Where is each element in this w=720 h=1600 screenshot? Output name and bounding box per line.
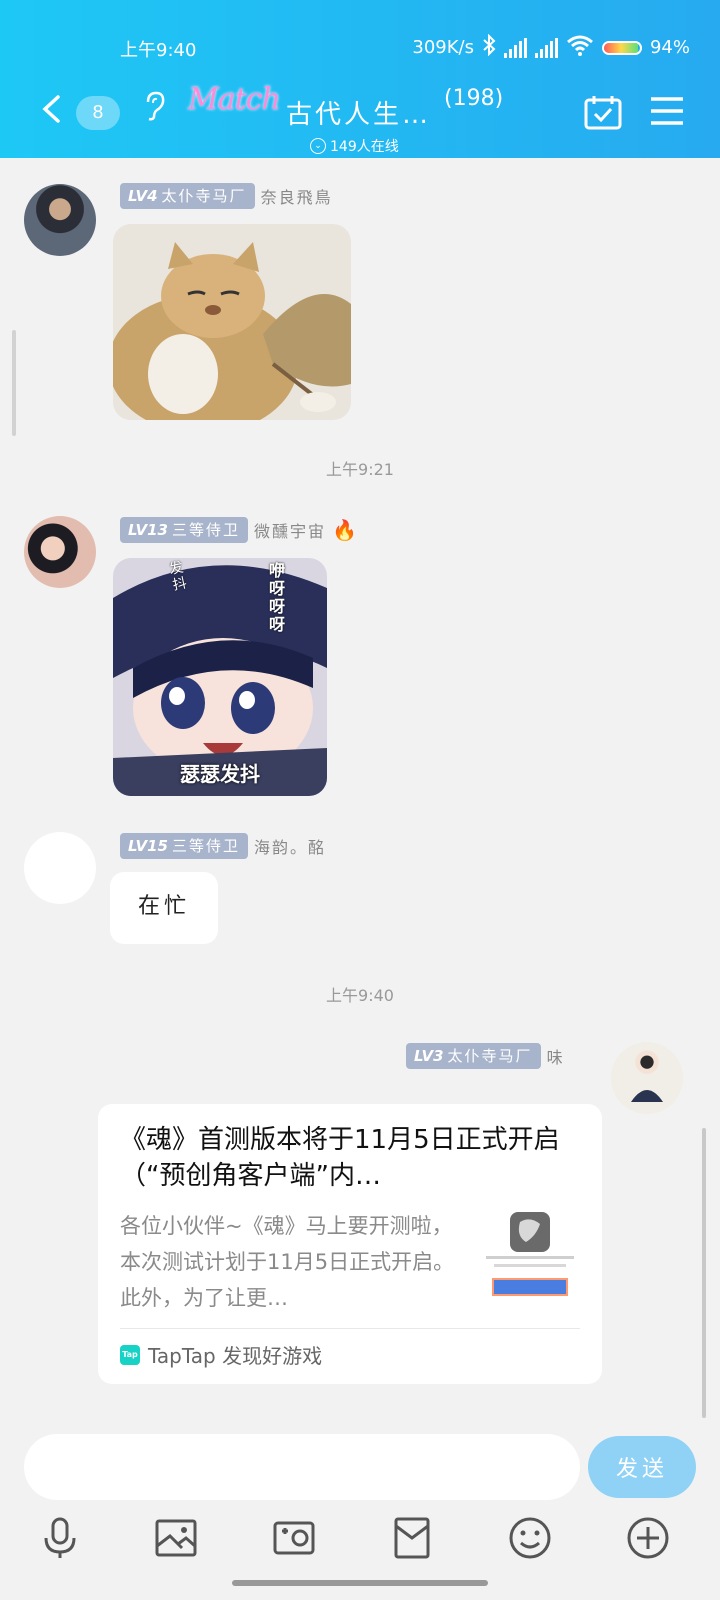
card-description: 各位小伙伴~《魂》马上要开测啦，本次测试计划于11月5日正式开启。此外，为了让更… (120, 1214, 455, 1310)
rank-text: 太仆寺马厂 (161, 187, 247, 205)
chat-header: 上午9:40 309K/s 94% 8 Match 古代人生… (198) ⌄ … (0, 0, 720, 158)
home-indicator[interactable] (232, 1580, 488, 1586)
battery-fill (603, 42, 638, 53)
level-badge: LV15 三等侍卫 (120, 833, 248, 859)
sender-name-line: LV3 太仆寺马厂 味 (406, 1042, 565, 1070)
message-input[interactable] (24, 1434, 580, 1500)
cat-sticker-image[interactable] (113, 224, 351, 420)
taptap-icon: Tap (120, 1344, 140, 1365)
time-separator: 上午9:40 (326, 986, 394, 1005)
signal-icon (503, 37, 527, 58)
emoji-icon[interactable] (508, 1516, 552, 1560)
chat-messages[interactable]: LV4 太仆寺马厂 奈良飛鳥 上午9:21 LV13 三等侍卫 微醺宇宙 🔥 瑟… (0, 158, 720, 1420)
level-text: LV15 (128, 837, 168, 855)
rank-text: 太仆寺马厂 (447, 1047, 533, 1065)
scrollbar[interactable] (702, 1128, 706, 1418)
status-time: 上午9:40 (120, 40, 197, 61)
battery-percent: 94% (649, 37, 690, 58)
avatar[interactable] (24, 184, 96, 256)
image-picker-icon[interactable] (154, 1516, 198, 1560)
rank-text: 三等侍卫 (171, 837, 240, 855)
input-area: 发送 (0, 1420, 720, 1600)
send-button[interactable]: 发送 (588, 1436, 696, 1498)
sender-nickname[interactable]: 海韵。酩 (254, 834, 326, 858)
sender-nickname[interactable]: 味 (547, 1044, 565, 1068)
avatar[interactable] (24, 832, 96, 904)
card-thumbnail (486, 1212, 574, 1302)
back-arrow-icon[interactable] (38, 94, 64, 124)
input-toolbar (0, 1512, 720, 1568)
link-share-card[interactable]: 《魂》首测版本将于11月5日正式开启（“预创角客户端”内… 各位小伙伴~《魂》马… (98, 1104, 602, 1384)
fire-emoji: 🔥 (332, 518, 357, 542)
card-source: Tap TapTap 发现好游戏 (120, 1340, 322, 1369)
calendar-check-icon[interactable] (584, 94, 622, 130)
level-text: LV3 (414, 1047, 444, 1065)
member-count: (198) (444, 86, 504, 111)
sticker-side-text: 咿呀呀呀 (269, 561, 286, 634)
unread-count-badge[interactable]: 8 (76, 96, 120, 130)
title-row: 8 Match 古代人生… (198) ⌄ 149人在线 (0, 80, 720, 155)
wifi-icon (566, 34, 594, 61)
microphone-icon[interactable] (38, 1516, 82, 1560)
sender-name-line: LV13 三等侍卫 微醺宇宙 🔥 (120, 516, 357, 544)
group-title[interactable]: 古代人生… (286, 94, 431, 131)
level-text: LV4 (128, 187, 158, 205)
sticker-caption: 瑟瑟发抖 (180, 762, 260, 786)
avatar[interactable] (611, 1042, 683, 1114)
level-text: LV13 (128, 521, 168, 539)
card-title: 《魂》首测版本将于11月5日正式开启（“预创角客户端”内… (120, 1125, 560, 1191)
status-right: 309K/s 94% (412, 33, 690, 61)
rank-text: 三等侍卫 (171, 521, 240, 539)
level-badge: LV13 三等侍卫 (120, 517, 248, 543)
anime-sticker-image[interactable]: 瑟瑟发抖 发抖 咿呀呀呀 (113, 558, 327, 796)
camera-icon[interactable] (272, 1516, 316, 1560)
avatar[interactable] (24, 516, 96, 588)
chevron-down-icon: ⌄ (310, 138, 326, 154)
red-packet-icon[interactable] (390, 1516, 434, 1560)
sender-name-line: LV4 太仆寺马厂 奈良飛鳥 (120, 182, 333, 210)
plus-icon[interactable] (626, 1516, 670, 1560)
battery-icon (601, 40, 642, 55)
online-text: 149人在线 (330, 139, 399, 155)
time-separator: 上午9:21 (326, 460, 394, 479)
level-badge: LV4 太仆寺马厂 (120, 183, 255, 209)
group-logo: Match (188, 82, 281, 117)
signal-icon-2 (534, 37, 558, 58)
sender-nickname[interactable]: 微醺宇宙 (254, 518, 326, 542)
status-bar: 上午9:40 309K/s 94% (0, 33, 720, 64)
scroll-indicator (12, 330, 16, 436)
network-speed: 309K/s (412, 37, 474, 58)
level-badge: LV3 太仆寺马厂 (406, 1043, 541, 1069)
bluetooth-icon (482, 33, 496, 61)
online-status[interactable]: ⌄ 149人在线 (310, 136, 399, 156)
ear-icon[interactable] (142, 90, 168, 122)
card-divider (120, 1328, 580, 1329)
text-message-bubble[interactable]: 在忙 (110, 872, 219, 944)
sender-nickname[interactable]: 奈良飛鳥 (261, 184, 333, 208)
card-source-text: TapTap 发现好游戏 (148, 1344, 323, 1368)
menu-icon[interactable] (650, 96, 684, 126)
sender-name-line: LV15 三等侍卫 海韵。酩 (120, 832, 326, 860)
